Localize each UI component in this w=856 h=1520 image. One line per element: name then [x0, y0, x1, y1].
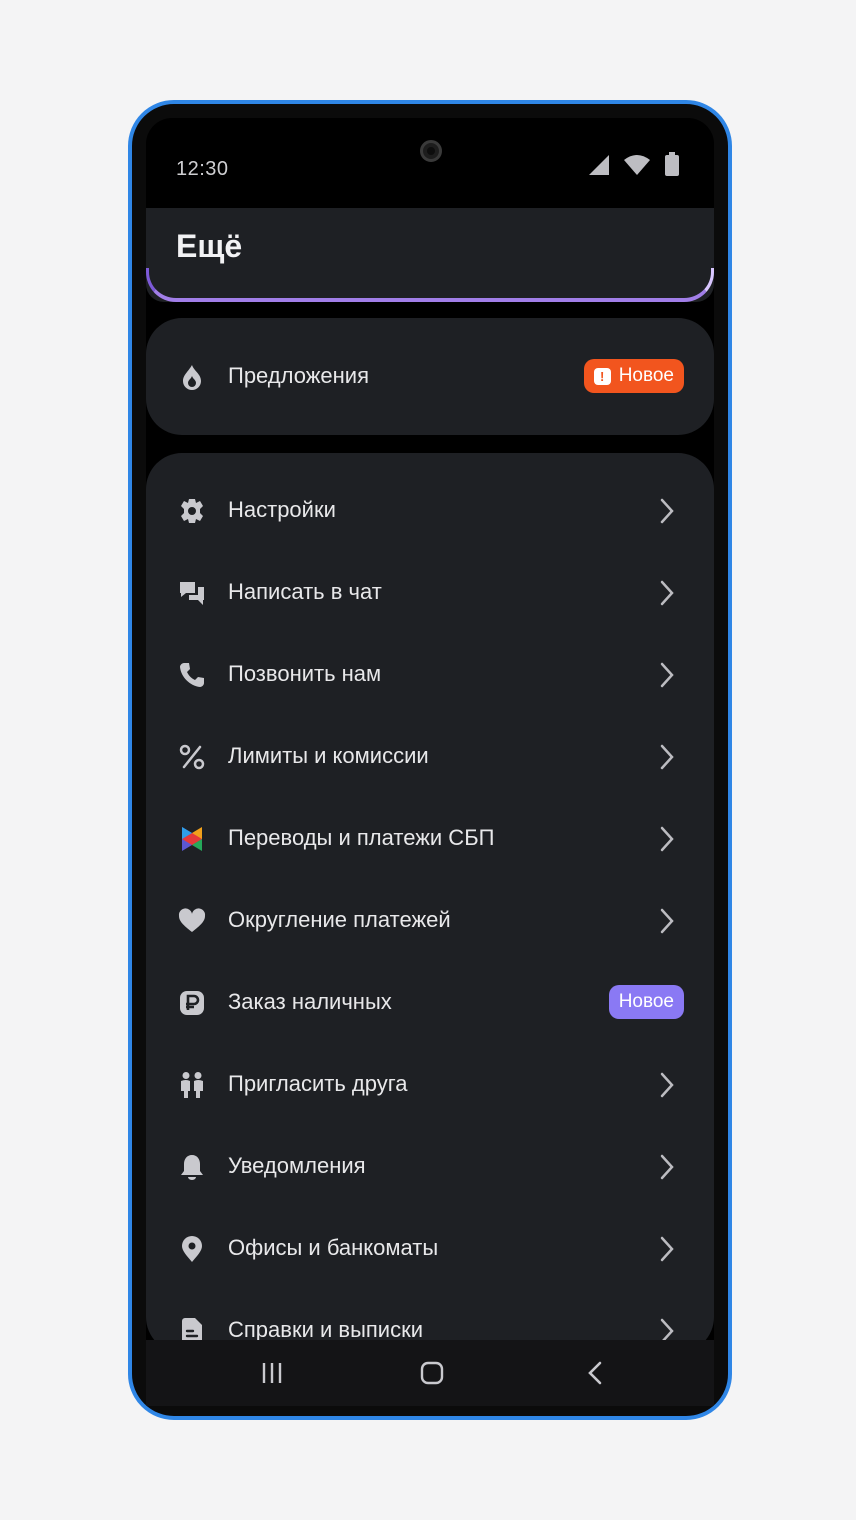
menu-item-label: Офисы и банкоматы	[228, 1235, 439, 1260]
back-icon[interactable]	[583, 1360, 609, 1386]
chevron-right-icon	[660, 1072, 674, 1098]
menu-item-label: Переводы и платежи СБП	[228, 825, 495, 850]
menu-item-label: Округление платежей	[228, 907, 451, 932]
menu-item-label: Позвонить нам	[228, 661, 382, 686]
chat-icon	[180, 582, 204, 605]
new-badge: Новое	[608, 985, 684, 1019]
chevron-right-icon	[660, 1236, 674, 1262]
chevron-right-icon	[660, 826, 674, 852]
menu-item-cash-order[interactable]: Заказ наличных Новое	[146, 962, 714, 1044]
system-nav-bar	[146, 1340, 714, 1406]
page-header: Ещё	[146, 208, 714, 302]
menu-item-label: Уведомления	[228, 1153, 366, 1178]
chevron-right-icon	[660, 662, 674, 688]
recent-apps-icon[interactable]	[259, 1360, 285, 1386]
home-icon[interactable]	[419, 1360, 445, 1386]
page-title: Ещё	[176, 228, 243, 264]
sbp-icon	[182, 827, 202, 851]
new-badge-text: Новое	[618, 365, 674, 386]
offers-label: Предложения	[228, 363, 370, 388]
menu-item-settings[interactable]: Настройки	[146, 470, 714, 552]
chevron-right-icon	[660, 498, 674, 524]
menu-item-notifications[interactable]: Уведомления	[146, 1126, 714, 1208]
menu-item-label: Пригласить друга	[228, 1071, 408, 1096]
menu-item-offices-atms[interactable]: Офисы и банкоматы	[146, 1208, 714, 1290]
front-camera	[420, 140, 442, 162]
gear-icon	[181, 499, 203, 523]
alert-icon: !	[593, 367, 611, 385]
menu-item-sbp[interactable]: Переводы и платежи СБП	[146, 798, 714, 880]
chevron-right-icon	[660, 908, 674, 934]
new-badge: ! Новое	[583, 359, 684, 393]
menu-item-limits[interactable]: Лимиты и комиссии	[146, 716, 714, 798]
status-time: 12:30	[176, 158, 229, 180]
phone-icon	[180, 663, 204, 687]
menu-item-offers[interactable]: Предложения ! Новое	[146, 336, 714, 418]
wifi-icon	[624, 155, 650, 175]
chevron-right-icon	[660, 580, 674, 606]
menu-item-rounding[interactable]: Округление платежей	[146, 880, 714, 962]
menu-card: Настройки Написать в чат Позвонить нам Л…	[146, 453, 714, 1353]
menu-item-label: Заказ наличных	[228, 989, 392, 1014]
bell-icon	[181, 1155, 203, 1180]
offers-card: Предложения ! Новое	[146, 318, 714, 435]
new-badge-text: Новое	[618, 991, 674, 1012]
chevron-right-icon	[660, 1154, 674, 1180]
heart-icon	[178, 908, 206, 932]
menu-item-label: Настройки	[228, 497, 336, 522]
battery-icon	[665, 152, 679, 176]
location-pin-icon	[182, 1236, 202, 1262]
menu-item-invite-friend[interactable]: Пригласить друга	[146, 1044, 714, 1126]
menu-item-chat[interactable]: Написать в чат	[146, 552, 714, 634]
cellular-signal-icon	[589, 155, 609, 175]
phone-frame: 12:30 Ещё Предложения ! Новое Настройки …	[128, 100, 732, 1420]
friends-icon	[181, 1072, 203, 1098]
status-bar: 12:30	[146, 118, 714, 204]
flame-icon	[183, 365, 201, 390]
menu-item-call[interactable]: Позвонить нам	[146, 634, 714, 716]
percent-icon	[179, 744, 205, 770]
screen: 12:30 Ещё Предложения ! Новое Настройки …	[146, 118, 714, 1406]
chevron-right-icon	[660, 744, 674, 770]
menu-item-label: Лимиты и комиссии	[228, 743, 429, 768]
ruble-icon	[180, 991, 204, 1015]
menu-item-label: Написать в чат	[228, 579, 382, 604]
